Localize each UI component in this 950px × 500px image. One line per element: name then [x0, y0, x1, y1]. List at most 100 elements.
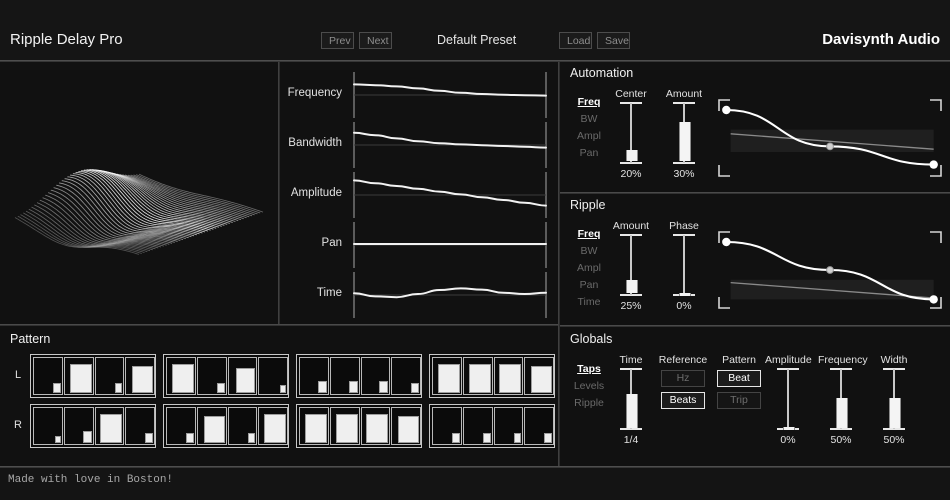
- pattern-cell-level: [279, 384, 286, 393]
- slider-handle[interactable]: [783, 426, 795, 430]
- automation-tab-ampl[interactable]: Ampl: [568, 128, 610, 145]
- pattern-cell[interactable]: [166, 357, 196, 395]
- pattern-cell[interactable]: [63, 407, 94, 445]
- curve-graph-bandwidth[interactable]: [350, 120, 550, 170]
- pattern-cell[interactable]: [432, 407, 462, 445]
- slider-value: 50%: [830, 434, 852, 446]
- slider-handle[interactable]: [626, 149, 638, 161]
- slider-track-area[interactable]: [871, 368, 917, 430]
- automation-tab-pan[interactable]: Pan: [568, 145, 610, 162]
- slider-handle[interactable]: [836, 397, 848, 428]
- ripple-tab-bw[interactable]: BW: [568, 243, 610, 260]
- curve-row[interactable]: Bandwidth: [280, 120, 558, 170]
- automation-tab-bw[interactable]: BW: [568, 111, 610, 128]
- pattern-group[interactable]: [163, 404, 289, 448]
- slider-track-area[interactable]: [765, 368, 811, 430]
- curve-graph-amplitude[interactable]: [350, 170, 550, 220]
- curve-graph-pan[interactable]: [350, 220, 550, 270]
- ripple-tab-freq[interactable]: Freq: [568, 226, 610, 243]
- pattern-cell[interactable]: [329, 357, 360, 395]
- pattern-cell-level: [544, 432, 552, 443]
- preset-name-label[interactable]: Default Preset: [437, 33, 516, 47]
- pattern-cell-level: [437, 364, 460, 393]
- pattern-group[interactable]: [296, 404, 422, 448]
- pattern-cell[interactable]: [524, 407, 554, 445]
- pattern-cell[interactable]: [360, 407, 391, 445]
- pattern-cell[interactable]: [432, 357, 462, 395]
- slider-track-area[interactable]: [661, 234, 707, 296]
- pattern-cell[interactable]: [360, 357, 391, 395]
- curve-row[interactable]: Frequency: [280, 70, 558, 120]
- pattern-cell[interactable]: [227, 407, 258, 445]
- globals-tab-levels[interactable]: Levels: [568, 378, 610, 395]
- curve-row[interactable]: Pan: [280, 220, 558, 270]
- next-preset-button[interactable]: Next: [359, 32, 392, 49]
- slider-track-area[interactable]: [608, 368, 654, 430]
- reference-option-beats[interactable]: Beats: [661, 392, 705, 409]
- pattern-cell[interactable]: [258, 357, 288, 395]
- pattern-cell[interactable]: [493, 357, 524, 395]
- pattern-cell[interactable]: [329, 407, 360, 445]
- pattern-cell[interactable]: [125, 357, 155, 395]
- slider-track-area[interactable]: [608, 102, 654, 164]
- pattern-cell[interactable]: [391, 407, 421, 445]
- curve-row[interactable]: Time: [280, 270, 558, 320]
- pattern-cell[interactable]: [33, 357, 63, 395]
- pattern-group[interactable]: [163, 354, 289, 398]
- pattern-option-trip[interactable]: Trip: [717, 392, 761, 409]
- globals-tab-taps[interactable]: Taps: [568, 361, 610, 378]
- pattern-cell[interactable]: [493, 407, 524, 445]
- reference-option-hz[interactable]: Hz: [661, 370, 705, 387]
- pattern-cell[interactable]: [299, 407, 329, 445]
- pattern-cell[interactable]: [258, 407, 288, 445]
- slider-value: 50%: [883, 434, 905, 446]
- prev-preset-button[interactable]: Prev: [321, 32, 354, 49]
- pattern-cell[interactable]: [227, 357, 258, 395]
- pattern-cell-level: [114, 382, 123, 393]
- pattern-cell[interactable]: [462, 357, 493, 395]
- pattern-option-beat[interactable]: Beat: [717, 370, 761, 387]
- pattern-cell[interactable]: [166, 407, 196, 445]
- automation-curve-editor[interactable]: [712, 95, 948, 181]
- curve-graph-frequency[interactable]: [350, 70, 550, 120]
- pattern-cell[interactable]: [299, 357, 329, 395]
- pattern-cell[interactable]: [63, 357, 94, 395]
- slider-label: Frequency: [818, 354, 868, 366]
- pattern-group[interactable]: [429, 354, 555, 398]
- ripple-curve-editor[interactable]: [712, 227, 948, 313]
- save-preset-button[interactable]: Save: [597, 32, 630, 49]
- slider-track-area[interactable]: [661, 102, 707, 164]
- pattern-group[interactable]: [30, 354, 156, 398]
- ripple-tab-pan[interactable]: Pan: [568, 277, 610, 294]
- pattern-cell[interactable]: [94, 357, 125, 395]
- slider-handle[interactable]: [679, 122, 691, 161]
- slider-handle[interactable]: [626, 280, 638, 294]
- ripple-title: Ripple: [570, 198, 606, 212]
- slider-handle[interactable]: [626, 394, 638, 428]
- slider-track-area[interactable]: [818, 368, 864, 430]
- ripple-tab-time[interactable]: Time: [568, 294, 610, 311]
- curve-row[interactable]: Amplitude: [280, 170, 558, 220]
- curve-label: Pan: [321, 237, 342, 249]
- pattern-group[interactable]: [429, 404, 555, 448]
- pattern-cell[interactable]: [94, 407, 125, 445]
- load-preset-button[interactable]: Load: [559, 32, 592, 49]
- globals-tab-ripple[interactable]: Ripple: [568, 395, 610, 412]
- pattern-cell[interactable]: [125, 407, 155, 445]
- automation-tab-freq[interactable]: Freq: [568, 94, 610, 111]
- pattern-cell[interactable]: [33, 407, 63, 445]
- curve-graph-time[interactable]: [350, 270, 550, 320]
- slider-handle[interactable]: [889, 397, 901, 428]
- pattern-cell[interactable]: [196, 357, 227, 395]
- ripple-tab-ampl[interactable]: Ampl: [568, 260, 610, 277]
- slider-track-area[interactable]: [608, 234, 654, 296]
- pattern-cell[interactable]: [524, 357, 554, 395]
- pattern-cell[interactable]: [196, 407, 227, 445]
- slider-handle[interactable]: [679, 292, 691, 296]
- curve-label: Time: [316, 287, 342, 299]
- pattern-group[interactable]: [296, 354, 422, 398]
- pattern-group[interactable]: [30, 404, 156, 448]
- pattern-cell[interactable]: [462, 407, 493, 445]
- page-title: Ripple Delay Pro: [10, 31, 123, 48]
- pattern-cell[interactable]: [391, 357, 421, 395]
